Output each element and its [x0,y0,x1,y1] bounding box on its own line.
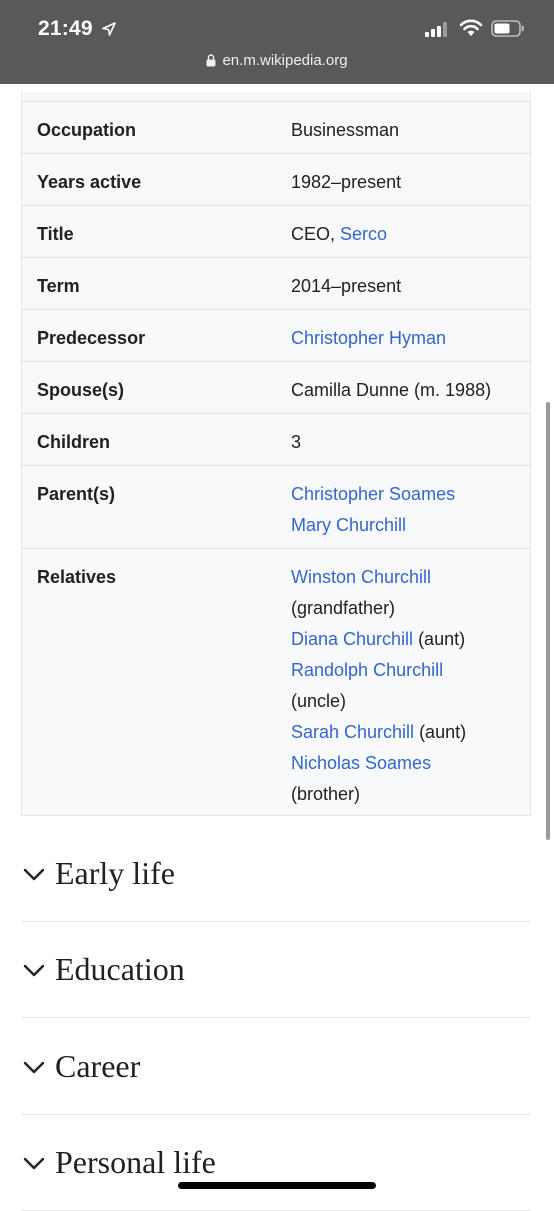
infobox-label: Spouse(s) [37,380,125,400]
chevron-down-icon [23,1061,45,1074]
infobox-row: Title CEO, Serco [22,206,530,258]
infobox-row: Children 3 [22,414,530,466]
infobox-text: Businessman [291,120,400,140]
scrollbar[interactable] [546,402,550,840]
battery-icon [491,20,524,37]
address-bar[interactable]: en.m.wikipedia.org [0,52,554,69]
section-title: Education [55,951,185,987]
infobox-value: 2014–present [276,258,530,309]
chevron-down-icon [23,868,45,881]
section-title: Personal life [55,1144,216,1180]
infobox-label: Predecessor [37,328,146,348]
infobox-value-line: Winston Churchill [291,562,522,593]
infobox-value-line: Mary Churchill [291,510,522,541]
infobox-link[interactable]: Serco [340,224,387,244]
infobox-text: (aunt) [413,629,466,649]
infobox-value-line: Nicholas Soames [291,748,522,779]
infobox-value-line: 3 [291,427,522,458]
infobox-value-line: Sarah Churchill (aunt) [291,717,522,748]
infobox-label: Children [37,432,111,452]
infobox-text: (grandfather) [291,598,396,618]
infobox-label: Occupation [37,120,137,140]
clock: 21:49 [38,17,93,40]
section-heading[interactable]: Education [21,922,531,1018]
section-heading[interactable]: Early life [21,826,531,922]
infobox-value-line: (brother) [291,779,522,810]
infobox-label: Title [37,224,74,244]
wifi-icon [459,19,483,36]
infobox-row: Parent(s) Christopher Soames Mary Churchil… [22,466,530,549]
infobox-value: Christopher Soames Mary Churchill [276,466,530,548]
infobox-text: (uncle) [291,691,347,711]
lock-icon [206,54,216,67]
infobox-top-divider [22,92,530,102]
infobox-text: 3 [291,432,302,452]
infobox-row: Spouse(s) Camilla Dunne (m. 1988) [22,362,530,414]
infobox-text: (aunt) [414,722,467,742]
infobox-text: Camilla Dunne (m. 1988) [291,380,492,400]
chevron-down-icon [23,1157,45,1170]
infobox-value: Businessman [276,102,530,153]
infobox: Occupation Businessman Years active 1982–pr… [21,92,531,816]
chevron-down-icon [23,964,45,977]
home-indicator[interactable] [178,1182,376,1189]
infobox-value: Winston Churchill (grandfather) Diana Chur… [276,549,530,815]
section-heading[interactable]: Personal life [21,1115,531,1211]
section-heading[interactable]: Career [21,1019,531,1115]
infobox-value-line: Christopher Soames [291,479,522,510]
infobox-value-line: (grandfather) [291,593,522,624]
section-title: Career [55,1048,141,1084]
section-title: Early life [55,855,175,891]
infobox-value-line: Camilla Dunne (m. 1988) [291,375,522,406]
url-text: en.m.wikipedia.org [222,52,348,69]
infobox-text: CEO, [291,224,341,244]
infobox-row: Years active 1982–present [22,154,530,206]
infobox-label: Term [37,276,80,296]
infobox-value: 1982–present [276,154,530,205]
infobox-value: Christopher Hyman [276,310,530,361]
infobox-text: (brother) [291,784,361,804]
infobox-value-line: CEO, Serco [291,219,522,250]
infobox-text: 2014–present [291,276,402,296]
infobox-row: Predecessor Christopher Hyman [22,310,530,362]
infobox-value: 3 [276,414,530,465]
infobox-value-line: Businessman [291,115,522,146]
location-arrow-icon [102,22,116,36]
infobox-value: Camilla Dunne (m. 1988) [276,362,530,413]
infobox-link[interactable]: Randolph Churchill [291,660,443,680]
infobox-link[interactable]: Diana Churchill [291,629,413,649]
infobox-value-line: 2014–present [291,271,522,302]
infobox-value: CEO, Serco [276,206,530,257]
infobox-link[interactable]: Christopher Soames [291,484,455,504]
cellular-signal-icon [425,22,447,37]
infobox-link[interactable]: Mary Churchill [291,515,406,535]
infobox-value-line: Diana Churchill (aunt) [291,624,522,655]
infobox-row: Term 2014–present [22,258,530,310]
infobox-text: 1982–present [291,172,402,192]
infobox-row: Occupation Businessman [22,102,530,154]
infobox-label: Parent(s) [37,484,116,504]
infobox-link[interactable]: Winston Churchill [291,567,431,587]
infobox-link[interactable]: Christopher Hyman [291,328,446,348]
infobox-label: Relatives [37,567,117,587]
infobox-value-line: 1982–present [291,167,522,198]
infobox-link[interactable]: Sarah Churchill [291,722,414,742]
infobox-link[interactable]: Nicholas Soames [291,753,431,773]
infobox-value-line: (uncle) [291,686,522,717]
browser-status-bar: 21:49 en.m.wikipedia.org [0,0,554,84]
infobox-value-line: Christopher Hyman [291,323,522,354]
infobox-row: Relatives Winston Churchill (grandfather) D… [22,549,530,815]
infobox-value-line: Randolph Churchill [291,655,522,686]
infobox-label: Years active [37,172,142,192]
